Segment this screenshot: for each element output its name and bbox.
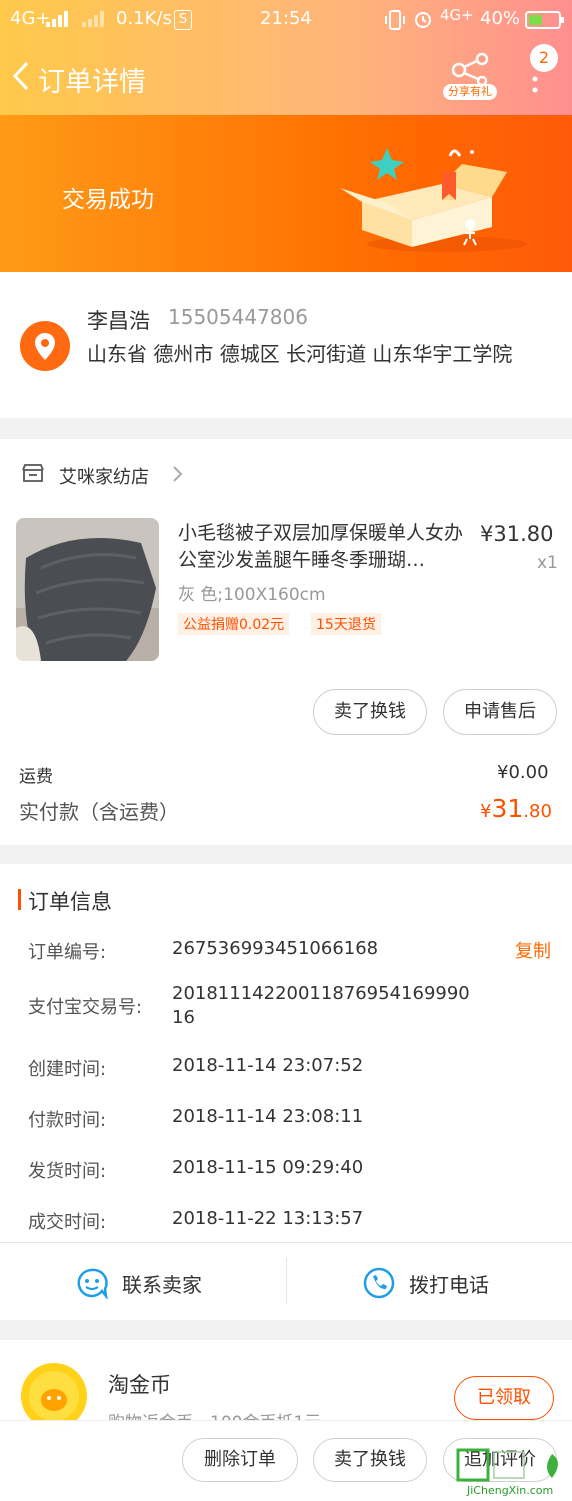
after-sale-button[interactable]: 申请售后	[443, 689, 557, 735]
network-indicator-right: 4G+	[440, 6, 474, 24]
total-paid-value: ¥31.80	[480, 794, 552, 823]
order-info-title: 订单信息	[28, 890, 112, 914]
call-phone-button[interactable]: 拨打电话	[287, 1243, 572, 1320]
order-number-label: 订单编号:	[28, 942, 107, 963]
total-paid-label: 实付款（含运费）	[19, 800, 179, 824]
product-sku: 灰 色;100X160cm	[178, 585, 326, 605]
network-indicator-left: 4G+	[10, 8, 51, 29]
watermark-text: JiChengXin.com	[467, 1484, 554, 1497]
battery-icon	[525, 11, 565, 33]
shipped-time-value: 2018-11-15 09:29:40	[172, 1157, 364, 1178]
sim-badge: S	[174, 10, 192, 30]
watermark-logo	[454, 1446, 569, 1488]
shipping-fee-value: ¥0.00	[497, 762, 549, 783]
more-menu-icon[interactable]	[531, 76, 539, 98]
product-quantity: x1	[537, 553, 558, 573]
return-policy-tag: 15天退货	[311, 613, 381, 635]
order-number-value: 267536993451066168	[172, 938, 379, 959]
clock: 21:54	[260, 8, 312, 29]
message-badge[interactable]: 2	[530, 44, 558, 72]
shipping-fee-label: 运费	[19, 767, 53, 787]
vibrate-icon	[384, 10, 406, 34]
completed-time-value: 2018-11-22 13:13:57	[172, 1208, 364, 1229]
charity-tag: 公益捐赠0.02元	[178, 613, 290, 635]
page-title: 订单详情	[38, 67, 146, 98]
gift-box-illustration	[332, 142, 532, 258]
contact-seller-button[interactable]: 联系卖家	[0, 1243, 286, 1320]
currency-symbol: ¥	[480, 801, 492, 822]
recipient-name: 李昌浩	[87, 309, 150, 333]
signal-icon-sim2	[82, 11, 108, 31]
recipient-phone: 15505447806	[168, 305, 308, 329]
contact-seller-label: 联系卖家	[122, 1273, 202, 1297]
total-decimal: .80	[523, 801, 552, 822]
share-button[interactable]: 分享有礼	[443, 50, 497, 102]
paid-time-label: 付款时间:	[28, 1110, 107, 1131]
product-image[interactable]	[16, 518, 159, 661]
chevron-right-icon	[172, 465, 184, 487]
shop-name[interactable]: 艾咪家纺店	[59, 463, 149, 489]
created-time-value: 2018-11-14 23:07:52	[172, 1055, 364, 1076]
sell-item-button[interactable]: 卖了换钱	[313, 689, 427, 735]
sell-again-button[interactable]: 卖了换钱	[313, 1438, 427, 1482]
section-accent-bar	[18, 889, 21, 910]
product-price: ¥31.80	[480, 522, 554, 546]
network-speed: 0.1K/s	[116, 8, 172, 29]
call-phone-label: 拨打电话	[409, 1273, 489, 1297]
alarm-icon	[413, 9, 433, 33]
alipay-trade-no-label: 支付宝交易号:	[28, 997, 143, 1018]
trade-status: 交易成功	[62, 187, 154, 213]
created-time-label: 创建时间:	[28, 1059, 107, 1080]
location-pin-icon	[19, 320, 71, 376]
shop-icon	[21, 462, 45, 488]
delete-order-button[interactable]: 删除订单	[182, 1438, 298, 1482]
back-icon[interactable]	[10, 60, 30, 96]
share-label: 分享有礼	[443, 84, 497, 100]
copy-order-number-button[interactable]: 复制	[515, 937, 551, 963]
phone-icon	[363, 1267, 395, 1303]
shipped-time-label: 发货时间:	[28, 1161, 107, 1182]
completed-time-label: 成交时间:	[28, 1212, 107, 1233]
coin-title: 淘金币	[108, 1373, 171, 1397]
shipping-address: 山东省 德州市 德城区 长河街道 山东华宇工学院	[87, 342, 513, 366]
paid-time-value: 2018-11-14 23:08:11	[172, 1106, 364, 1127]
coin-description: 购物返金币，100金币抵1元	[108, 1408, 321, 1420]
signal-icon	[46, 11, 72, 31]
product-title[interactable]: 小毛毯被子双层加厚保暖单人女办公室沙发盖腿午睡冬季珊瑚…	[178, 520, 468, 574]
total-integer: 31	[491, 794, 524, 823]
coin-claimed-button[interactable]: 已领取	[454, 1376, 554, 1420]
alipay-trade-no-value: 20181114220011876954169990 16	[172, 983, 470, 1028]
battery-percent: 40%	[480, 8, 521, 29]
chat-smile-icon	[76, 1267, 108, 1303]
